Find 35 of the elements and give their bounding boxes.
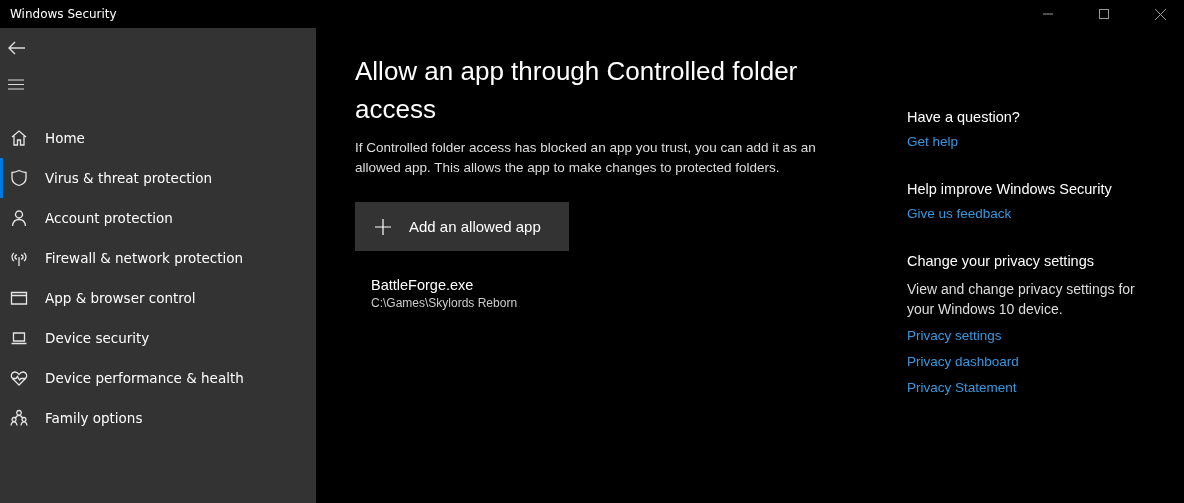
description: If Controlled folder access has blocked an app you trust, you can add it as an allowed app. This allows the app to make changes to protected folders. [355,139,817,177]
section-heading: Help improve Windows Security [907,181,1112,197]
app-name[interactable]: BattleForge.exe [371,277,907,293]
sidebar-item[interactable]: Family options [0,398,316,438]
page-title: Allow an app through Controlled folder access [355,55,799,126]
sidebar-item[interactable]: Firewall & network protection [0,238,316,278]
link[interactable]: Privacy settings [907,327,1002,345]
person-icon [10,209,28,227]
add-app-button[interactable]: Add an allowed app [355,202,569,251]
sidebar-item[interactable]: App & browser control [0,278,316,318]
laptop-icon [10,329,28,347]
link[interactable]: Give us feedback [907,205,1012,223]
app-path: C:\Games\Skylords Reborn [371,296,519,310]
sidebar-item[interactable]: Home [0,118,316,158]
back-icon[interactable] [8,41,26,55]
sidebar-item[interactable]: Virus & threat protection [0,158,316,198]
close-icon[interactable] [1155,8,1166,20]
section-text: View and change privacy settings for your Windows 10 device. [907,280,1136,319]
window-icon [10,289,28,307]
sidebar-item[interactable]: Account protection [0,198,316,238]
home-icon [10,129,28,147]
heart-icon [10,369,28,387]
shield-icon [10,169,28,187]
section-heading: Have a question? [907,109,1020,125]
section-heading: Change your privacy settings [907,253,1094,269]
sidebar-item[interactable]: Device performance & health [0,358,316,398]
menu-icon[interactable] [8,79,24,90]
people-icon [10,409,28,427]
link[interactable]: Privacy dashboard [907,353,1019,371]
window-title: Windows Security [10,7,117,21]
link[interactable]: Privacy Statement [907,379,1017,397]
sidebar-item[interactable]: Device security [0,318,316,358]
maximize-icon[interactable] [1099,9,1109,19]
plus-icon [375,218,391,235]
link[interactable]: Get help [907,133,959,151]
